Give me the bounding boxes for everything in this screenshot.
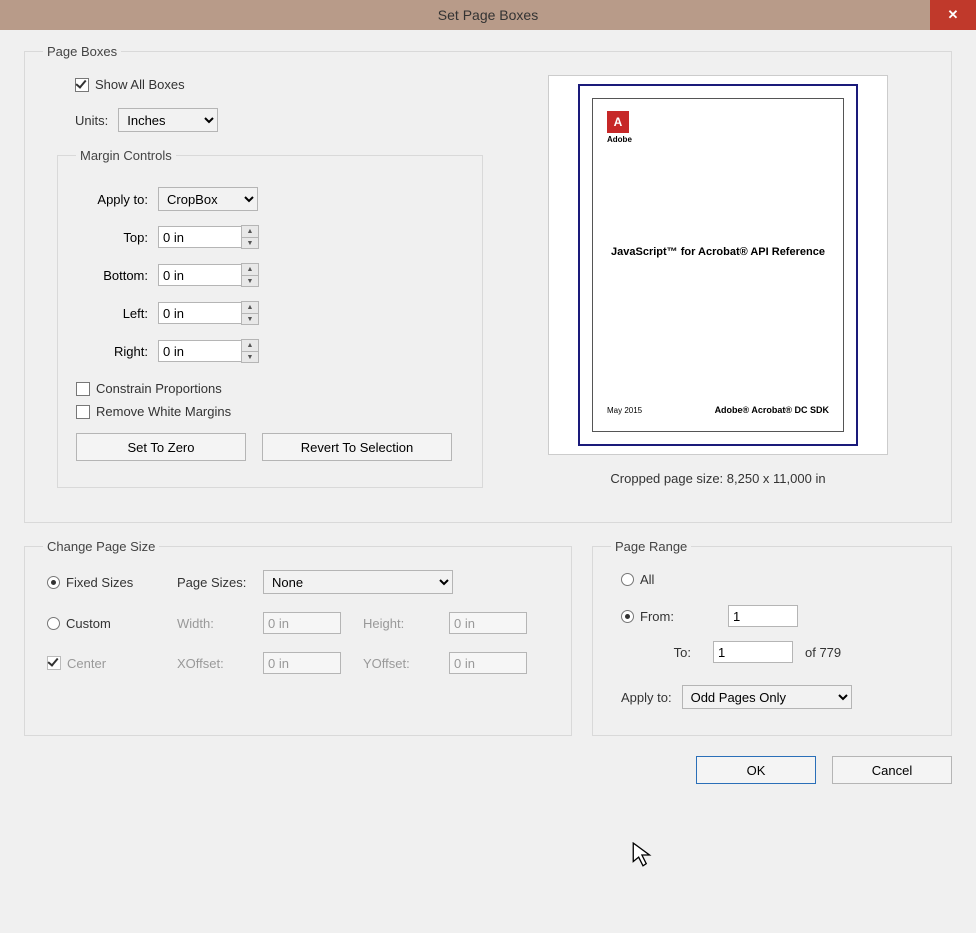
right-spinner[interactable]: ▲▼ — [241, 339, 259, 363]
yoffset-input — [449, 652, 527, 674]
left-input[interactable] — [158, 302, 242, 324]
adobe-name: Adobe — [607, 135, 632, 144]
bottom-label: Bottom: — [76, 268, 148, 283]
all-radio[interactable] — [621, 573, 634, 586]
page-range-group: Page Range All From: To: of 779 — [592, 539, 952, 736]
from-radio[interactable] — [621, 610, 634, 623]
bottom-input[interactable] — [158, 264, 242, 286]
top-input[interactable] — [158, 226, 242, 248]
spin-up-icon[interactable]: ▲ — [242, 226, 258, 237]
applyto-select[interactable]: CropBox — [158, 187, 258, 211]
change-page-size-group: Change Page Size Fixed Sizes Page Sizes:… — [24, 539, 572, 736]
all-label: All — [640, 572, 654, 587]
constrain-checkbox[interactable] — [76, 382, 90, 396]
mouse-cursor-icon — [632, 842, 654, 871]
set-to-zero-button[interactable]: Set To Zero — [76, 433, 246, 461]
preview-date: May 2015 — [607, 406, 642, 415]
adobe-logo-block: A Adobe — [607, 111, 632, 144]
margin-controls-legend: Margin Controls — [76, 148, 176, 163]
left-spinner[interactable]: ▲▼ — [241, 301, 259, 325]
ok-button[interactable]: OK — [696, 756, 816, 784]
left-label: Left: — [76, 306, 148, 321]
to-label: To: — [659, 645, 691, 660]
height-label: Height: — [363, 616, 449, 631]
page-preview-inner: A Adobe JavaScript™ for Acrobat® API Ref… — [592, 98, 844, 432]
top-spinner[interactable]: ▲▼ — [241, 225, 259, 249]
fixed-sizes-radio[interactable] — [47, 576, 60, 589]
page-boxes-legend: Page Boxes — [43, 44, 121, 59]
cancel-button[interactable]: Cancel — [832, 756, 952, 784]
custom-radio[interactable] — [47, 617, 60, 630]
apply-to-pages-label: Apply to: — [621, 690, 672, 705]
yoffset-label: YOffset: — [363, 656, 449, 671]
xoffset-label: XOffset: — [177, 656, 263, 671]
change-page-size-legend: Change Page Size — [43, 539, 159, 554]
custom-label: Custom — [66, 616, 111, 631]
preview-title: JavaScript™ for Acrobat® API Reference — [593, 246, 843, 258]
applyto-label: Apply to: — [76, 192, 148, 207]
remove-white-checkbox[interactable] — [76, 405, 90, 419]
remove-white-label: Remove White Margins — [96, 404, 231, 419]
right-input[interactable] — [158, 340, 242, 362]
constrain-label: Constrain Proportions — [96, 381, 222, 396]
spin-up-icon[interactable]: ▲ — [242, 340, 258, 351]
height-input — [449, 612, 527, 634]
page-preview-page: A Adobe JavaScript™ for Acrobat® API Ref… — [578, 84, 858, 446]
center-label: Center — [67, 656, 106, 671]
from-input[interactable] — [728, 605, 798, 627]
titlebar: Set Page Boxes ✕ — [0, 0, 976, 30]
cropped-size-label: Cropped page size: 8,250 x 11,000 in — [503, 471, 933, 486]
page-range-legend: Page Range — [611, 539, 691, 554]
page-boxes-group: Page Boxes Show All Boxes Units: Inches — [24, 44, 952, 523]
spin-down-icon[interactable]: ▼ — [242, 313, 258, 324]
adobe-logo-icon: A — [607, 111, 629, 133]
fixed-sizes-label: Fixed Sizes — [66, 575, 133, 590]
apply-to-pages-select[interactable]: Odd Pages Only — [682, 685, 852, 709]
of-label: of 779 — [805, 645, 841, 660]
close-icon: ✕ — [948, 7, 959, 23]
center-checkbox — [47, 656, 61, 670]
spin-down-icon[interactable]: ▼ — [242, 351, 258, 362]
width-label: Width: — [177, 616, 263, 631]
width-input — [263, 612, 341, 634]
margin-controls-group: Margin Controls Apply to: CropBox Top: ▲… — [57, 148, 483, 488]
bottom-spinner[interactable]: ▲▼ — [241, 263, 259, 287]
revert-button[interactable]: Revert To Selection — [262, 433, 452, 461]
to-input[interactable] — [713, 641, 793, 663]
close-button[interactable]: ✕ — [930, 0, 976, 30]
xoffset-input — [263, 652, 341, 674]
right-label: Right: — [76, 344, 148, 359]
window-title: Set Page Boxes — [0, 7, 976, 23]
units-label: Units: — [75, 113, 108, 128]
top-label: Top: — [76, 230, 148, 245]
spin-down-icon[interactable]: ▼ — [242, 275, 258, 286]
show-all-boxes-label: Show All Boxes — [95, 77, 185, 92]
show-all-boxes-checkbox[interactable] — [75, 78, 89, 92]
page-sizes-select[interactable]: None — [263, 570, 453, 594]
spin-up-icon[interactable]: ▲ — [242, 264, 258, 275]
units-select[interactable]: Inches — [118, 108, 218, 132]
spin-up-icon[interactable]: ▲ — [242, 302, 258, 313]
spin-down-icon[interactable]: ▼ — [242, 237, 258, 248]
page-sizes-label: Page Sizes: — [177, 575, 263, 590]
preview-sdk: Adobe® Acrobat® DC SDK — [715, 405, 829, 415]
from-label: From: — [640, 609, 692, 624]
page-preview: A Adobe JavaScript™ for Acrobat® API Ref… — [548, 75, 888, 455]
